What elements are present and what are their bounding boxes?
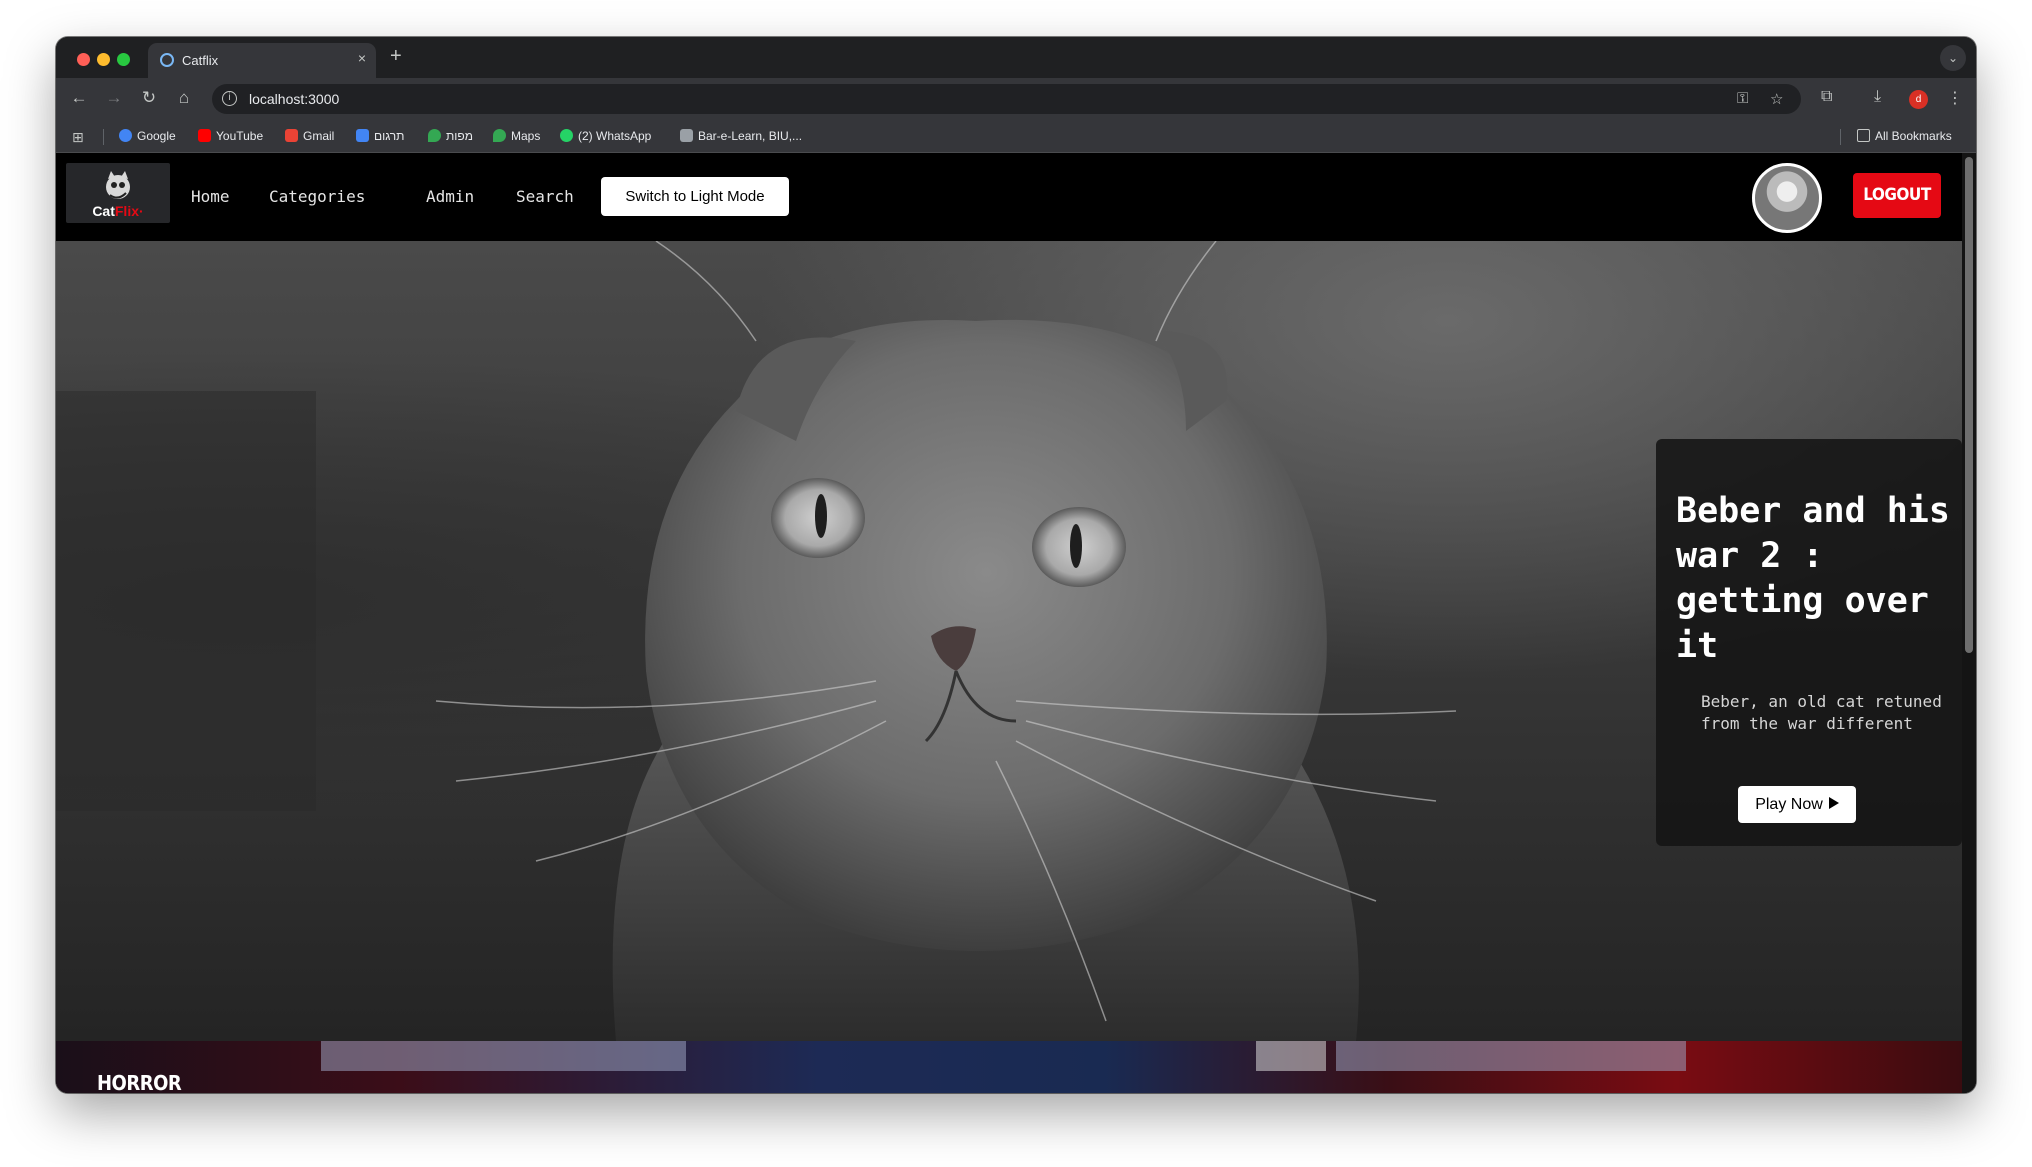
reload-icon[interactable]: ↻ [138, 88, 160, 108]
bookmarks-divider [103, 129, 104, 145]
logo-text: CatFlix· [92, 203, 144, 219]
bookmark-maps[interactable]: Maps [493, 129, 540, 143]
row-title: HORROR [97, 1071, 182, 1093]
movie-row-horror: HORROR [56, 1041, 1962, 1093]
bookmark-google[interactable]: Google [119, 129, 176, 143]
address-bar[interactable]: i localhost:3000 ⚿ ☆ [212, 84, 1801, 114]
home-icon[interactable]: ⌂ [173, 88, 195, 108]
switch-light-mode-button[interactable]: Switch to Light Mode [601, 177, 789, 216]
minimize-window-button[interactable] [97, 53, 110, 66]
url-text[interactable]: localhost:3000 [249, 91, 339, 107]
back-arrow-icon[interactable]: ← [68, 88, 90, 108]
bookmark-bar-e-learn[interactable]: Bar-e-Learn, BIU,... [680, 129, 802, 143]
tab-title: Catflix [182, 53, 219, 68]
bookmark-gmail[interactable]: Gmail [285, 129, 334, 143]
bookmark-youtube[interactable]: YouTube [198, 129, 263, 143]
featured-movie-card: Beber and his war 2 : getting over it Be… [1656, 439, 1962, 846]
profile-avatar[interactable]: d [1909, 90, 1928, 109]
nav-admin-link[interactable]: Admin [426, 187, 474, 206]
bookmark-maps-he[interactable]: מפות [428, 129, 473, 143]
movie-thumbnail[interactable] [1336, 1041, 1686, 1071]
bookmark-translate[interactable]: תרגום [356, 129, 404, 143]
bookmarks-bar: ⊞ Google YouTube Gmail תרגום מפות Maps (… [56, 120, 1976, 153]
bookmark-whatsapp[interactable]: (2) WhatsApp [560, 129, 651, 143]
password-key-icon[interactable]: ⚿ [1737, 90, 1748, 107]
movie-thumbnail[interactable] [321, 1041, 686, 1071]
page-scrollbar[interactable] [1962, 153, 1976, 1093]
apps-grid-icon[interactable]: ⊞ [72, 129, 84, 146]
logout-button[interactable]: LOGOUT [1853, 173, 1941, 218]
react-favicon-icon [160, 53, 174, 67]
tab-close-icon[interactable]: × [358, 50, 366, 66]
browser-menu-icon[interactable]: ⋮ [1947, 88, 1963, 108]
site-info-icon[interactable]: i [222, 91, 237, 106]
all-bookmarks[interactable]: All Bookmarks [1857, 129, 1952, 143]
new-tab-button[interactable]: + [390, 45, 402, 68]
maximize-window-button[interactable] [117, 53, 130, 66]
bookmarks-divider [1840, 129, 1841, 145]
bookmark-star-icon[interactable]: ☆ [1770, 90, 1783, 108]
extensions-icon[interactable]: ⧉ [1821, 88, 1832, 106]
download-icon[interactable]: ⤓ [1874, 88, 1881, 106]
elearn-icon [680, 129, 693, 142]
nav-categories-link[interactable]: Categories [269, 187, 365, 206]
featured-movie-description: Beber, an old cat retuned from the war d… [1701, 692, 1942, 733]
catflix-logo[interactable]: CatFlix· [66, 163, 170, 223]
gmail-icon [285, 129, 298, 142]
close-window-button[interactable] [77, 53, 90, 66]
youtube-icon [198, 129, 211, 142]
browser-toolbar: ← → ↻ ⌂ i localhost:3000 ⚿ ☆ ⧉ ⤓ d ⋮ [56, 78, 1976, 120]
maps-pin-icon [493, 129, 506, 142]
cat-logo-icon [106, 171, 130, 199]
forward-arrow-icon[interactable]: → [103, 88, 125, 108]
google-icon [119, 129, 132, 142]
hero-banner: Beber and his war 2 : getting over it Be… [56, 241, 1962, 1041]
play-icon [1828, 797, 1839, 809]
whatsapp-icon [560, 129, 573, 142]
scrollbar-thumb[interactable] [1965, 157, 1973, 653]
browser-window: Catflix × + ⌄ ← → ↻ ⌂ i localhost:3000 ⚿… [56, 37, 1976, 1093]
user-avatar[interactable] [1752, 163, 1822, 233]
browser-tab[interactable]: Catflix × [148, 43, 376, 78]
title-bar: Catflix × + ⌄ [56, 37, 1976, 78]
nav-search-link[interactable]: Search [516, 187, 574, 206]
tab-search-icon[interactable]: ⌄ [1940, 45, 1966, 71]
play-now-button[interactable]: Play Now [1738, 786, 1856, 823]
movie-thumbnail[interactable] [1256, 1041, 1326, 1071]
catflix-page: CatFlix· Home Categories Admin Search Sw… [56, 153, 1976, 1093]
translate-icon [356, 129, 369, 142]
featured-movie-title: Beber and his war 2 : getting over it [1676, 491, 1950, 666]
nav-home-link[interactable]: Home [191, 187, 230, 206]
folder-icon [1857, 129, 1870, 142]
site-navbar: CatFlix· Home Categories Admin Search Sw… [56, 153, 1962, 241]
maps-pin-icon [428, 129, 441, 142]
